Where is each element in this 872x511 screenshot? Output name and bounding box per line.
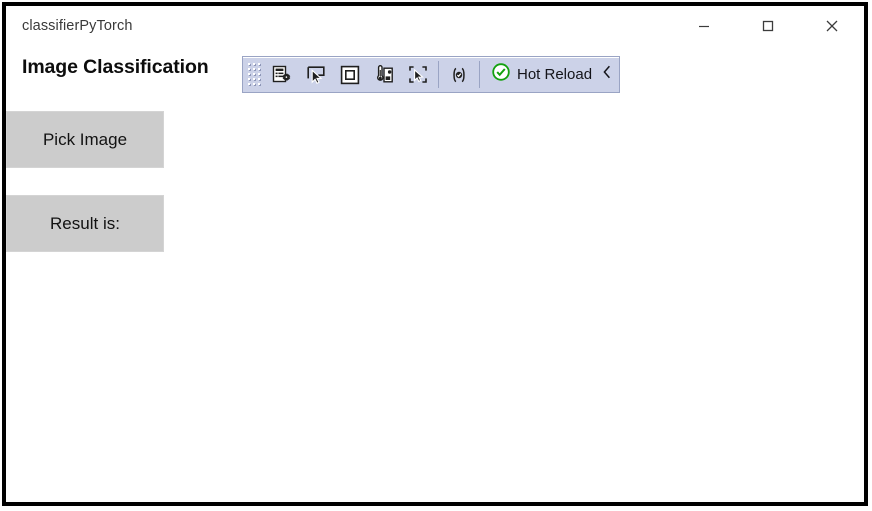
window-title: classifierPyTorch — [22, 18, 133, 34]
theme-preview-icon — [373, 64, 395, 86]
close-button[interactable] — [800, 6, 864, 46]
title-bar[interactable]: classifierPyTorch — [6, 6, 864, 50]
pick-image-button[interactable]: Pick Image — [6, 111, 164, 168]
select-element-button[interactable] — [299, 57, 333, 92]
drag-grip-icon — [247, 63, 261, 86]
element-properties-icon — [271, 64, 293, 86]
layout-adorner-icon — [339, 64, 361, 86]
minimize-button[interactable] — [672, 6, 736, 46]
hot-reload-label: Hot Reload — [517, 66, 593, 83]
content-area: Pick Image Result is: — [6, 102, 864, 502]
application-window: classifierPyTorch Image Classification H… — [2, 2, 868, 506]
select-element-tree-button[interactable] — [265, 57, 299, 92]
pick-image-button-label: Pick Image — [42, 129, 128, 149]
hot-reload-status[interactable]: Hot Reload — [483, 57, 601, 92]
pointer-select-icon — [305, 64, 327, 86]
collapse-toolbar-button[interactable] — [601, 57, 619, 92]
result-button-label: Result is: — [50, 213, 120, 233]
display-layout-adorner-button[interactable] — [333, 57, 367, 92]
result-button[interactable]: Result is: — [6, 195, 164, 252]
close-icon — [823, 17, 841, 35]
drag-grip[interactable] — [243, 57, 265, 92]
minimize-icon — [696, 18, 712, 34]
toolbar-separator — [479, 61, 480, 88]
xaml-braces-icon — [449, 65, 469, 85]
track-focused-element-button[interactable] — [367, 57, 401, 92]
window-controls — [672, 6, 864, 50]
toolbar-separator — [438, 61, 439, 88]
maximize-icon — [760, 18, 776, 34]
maximize-button[interactable] — [736, 6, 800, 46]
xaml-binding-failures-button[interactable] — [442, 57, 476, 92]
hot-reload-toolbar[interactable]: Hot Reload — [242, 56, 621, 93]
select-in-source-button[interactable] — [401, 57, 435, 92]
window-client-area: classifierPyTorch Image Classification H… — [6, 6, 864, 502]
select-in-xaml-icon — [407, 64, 429, 86]
page-title: Image Classification — [22, 56, 209, 78]
chevron-left-icon — [600, 63, 614, 86]
hot-reload-enabled-icon — [491, 62, 511, 87]
